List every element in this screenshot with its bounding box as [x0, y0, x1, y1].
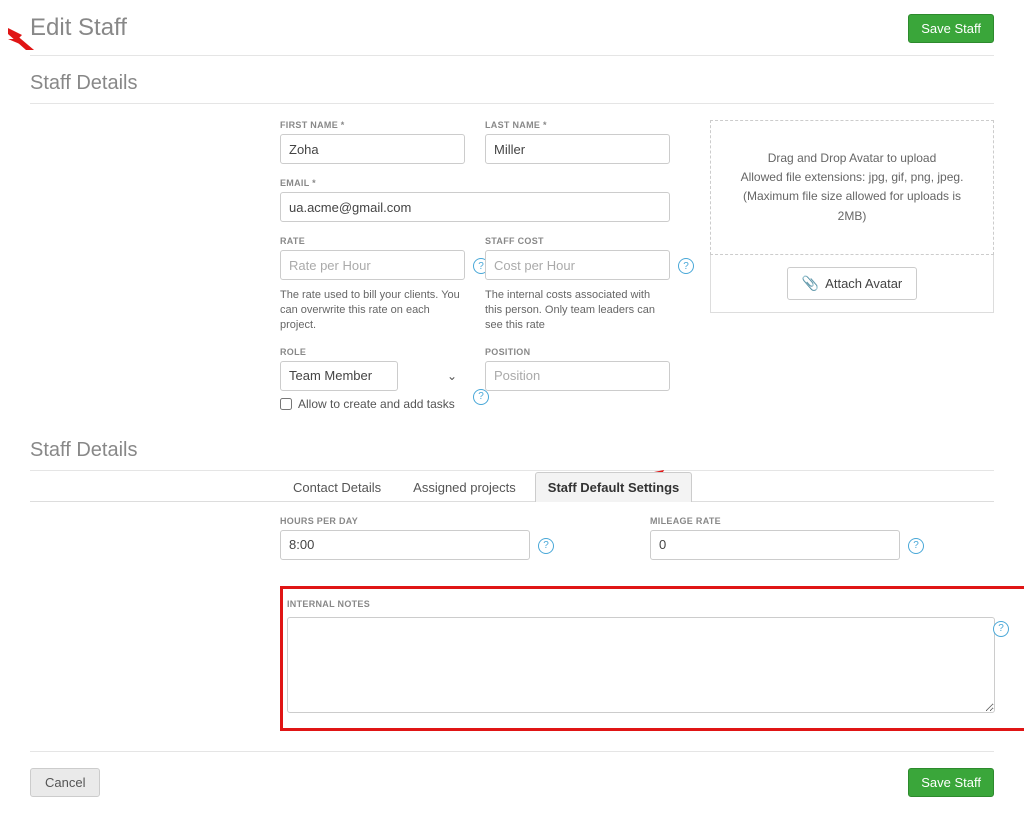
tab-contact-details[interactable]: Contact Details	[280, 472, 394, 502]
position-input[interactable]	[485, 361, 670, 391]
help-icon[interactable]: ?	[538, 538, 554, 554]
divider	[30, 751, 994, 752]
avatar-drop-line3: (Maximum file size allowed for uploads i…	[727, 187, 977, 225]
last-name-input[interactable]	[485, 134, 670, 164]
hours-per-day-input[interactable]	[280, 530, 530, 560]
avatar-dropzone[interactable]: Drag and Drop Avatar to upload Allowed f…	[710, 120, 994, 255]
avatar-drop-line1: Drag and Drop Avatar to upload	[727, 149, 977, 168]
attach-avatar-button[interactable]: 📎 Attach Avatar	[787, 267, 918, 300]
chevron-down-icon: ⌄	[447, 369, 457, 383]
annotation-arrow-icon	[8, 28, 34, 50]
role-select[interactable]: Team Member	[280, 361, 398, 391]
hours-per-day-label: HOURS PER DAY	[280, 516, 530, 526]
first-name-label: FIRST NAME *	[280, 120, 465, 130]
divider	[30, 55, 994, 56]
internal-notes-textarea[interactable]	[287, 617, 995, 713]
role-label: ROLE	[280, 347, 465, 357]
tab-staff-default-settings[interactable]: Staff Default Settings	[535, 472, 692, 502]
rate-input[interactable]	[280, 250, 465, 280]
section-title-details-1: Staff Details	[30, 72, 994, 95]
staff-cost-input[interactable]	[485, 250, 670, 280]
email-input[interactable]	[280, 192, 670, 222]
rate-label: RATE	[280, 236, 465, 246]
paperclip-icon: 📎	[802, 275, 819, 292]
rate-hint: The rate used to bill your clients. You …	[280, 288, 465, 333]
cancel-button[interactable]: Cancel	[30, 768, 100, 797]
save-staff-button-bottom[interactable]: Save Staff	[908, 768, 994, 797]
allow-tasks-checkbox[interactable]	[280, 398, 292, 410]
last-name-label: LAST NAME *	[485, 120, 670, 130]
staff-cost-hint: The internal costs associated with this …	[485, 288, 670, 333]
mileage-rate-label: MILEAGE RATE	[650, 516, 900, 526]
mileage-rate-input[interactable]	[650, 530, 900, 560]
email-label: EMAIL *	[280, 178, 670, 188]
staff-cost-label: STAFF COST	[485, 236, 670, 246]
page-title: Edit Staff	[30, 14, 127, 42]
save-staff-button-top[interactable]: Save Staff	[908, 14, 994, 43]
attach-avatar-label: Attach Avatar	[825, 276, 902, 291]
help-icon[interactable]: ?	[993, 621, 1009, 637]
internal-notes-highlight: INTERNAL NOTES ?	[280, 586, 1024, 731]
divider	[30, 103, 994, 104]
first-name-input[interactable]	[280, 134, 465, 164]
internal-notes-label: INTERNAL NOTES	[287, 599, 1007, 609]
avatar-drop-line2: Allowed file extensions: jpg, gif, png, …	[727, 168, 977, 187]
allow-tasks-label: Allow to create and add tasks	[298, 397, 455, 411]
tab-assigned-projects[interactable]: Assigned projects	[400, 472, 529, 502]
help-icon[interactable]: ?	[908, 538, 924, 554]
help-icon[interactable]: ?	[678, 258, 694, 274]
section-title-details-2: Staff Details	[30, 439, 994, 462]
position-label: POSITION	[485, 347, 670, 357]
